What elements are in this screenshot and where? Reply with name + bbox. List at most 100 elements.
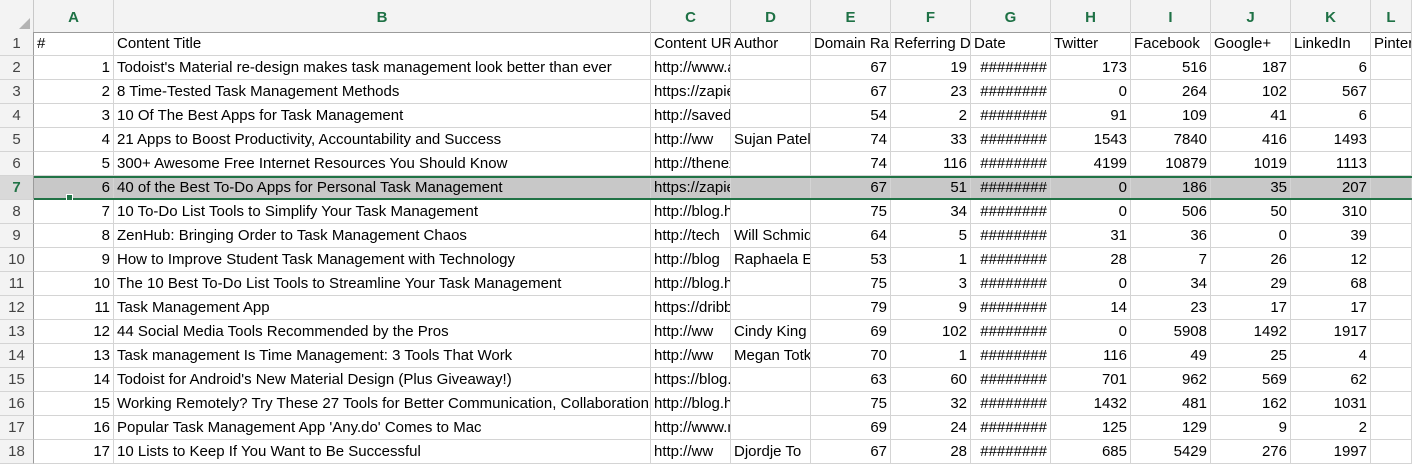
row-number-16[interactable]: 16 <box>0 392 34 416</box>
cell[interactable]: Working Remotely? Try These 27 Tools for… <box>114 392 651 416</box>
cell[interactable] <box>1371 56 1412 80</box>
cell[interactable]: 9 <box>891 296 971 320</box>
cell[interactable]: 685 <box>1051 440 1131 464</box>
cell[interactable]: 33 <box>891 128 971 152</box>
cell[interactable]: 1432 <box>1051 392 1131 416</box>
cell[interactable]: 39 <box>1291 224 1371 248</box>
cell[interactable]: 0 <box>1051 272 1131 296</box>
cell[interactable]: http://ww <box>651 344 731 368</box>
header-cell[interactable]: Facebook <box>1131 32 1211 56</box>
cell[interactable] <box>1371 344 1412 368</box>
cell[interactable] <box>1371 392 1412 416</box>
column-header-c[interactable]: C <box>651 0 731 32</box>
cell[interactable]: 10 <box>34 272 114 296</box>
cell[interactable]: 10 Of The Best Apps for Task Management <box>114 104 651 128</box>
cell[interactable]: 69 <box>811 416 891 440</box>
cell[interactable]: 17 <box>1211 296 1291 320</box>
cell[interactable]: http://ww <box>651 440 731 464</box>
cell[interactable]: 516 <box>1131 56 1211 80</box>
cell[interactable]: 49 <box>1131 344 1211 368</box>
cell[interactable]: 125 <box>1051 416 1131 440</box>
cell[interactable] <box>731 176 811 200</box>
header-cell[interactable]: Domain Rank <box>811 32 891 56</box>
cell[interactable]: https://blog.todoist.com <box>651 368 731 392</box>
cell[interactable]: 276 <box>1211 440 1291 464</box>
cell[interactable]: 1543 <box>1051 128 1131 152</box>
cell[interactable]: Task management Is Time Management: 3 To… <box>114 344 651 368</box>
cell[interactable]: 9 <box>1211 416 1291 440</box>
row-number-10[interactable]: 10 <box>0 248 34 272</box>
cell[interactable]: 1493 <box>1291 128 1371 152</box>
row-number-1[interactable]: 1 <box>0 32 34 56</box>
cell[interactable] <box>731 56 811 80</box>
cell[interactable]: 11 <box>34 296 114 320</box>
cell[interactable]: Raphaela E <box>731 248 811 272</box>
cell[interactable]: 1997 <box>1291 440 1371 464</box>
cell[interactable]: 41 <box>1211 104 1291 128</box>
cell[interactable]: 12 <box>1291 248 1371 272</box>
cell[interactable]: ######## <box>971 152 1051 176</box>
cell[interactable]: ######## <box>971 56 1051 80</box>
row-number-18[interactable]: 18 <box>0 440 34 464</box>
cell[interactable]: 40 of the Best To-Do Apps for Personal T… <box>114 176 651 200</box>
cell[interactable] <box>731 368 811 392</box>
cell[interactable]: How to Improve Student Task Management w… <box>114 248 651 272</box>
header-cell[interactable]: Twitter <box>1051 32 1131 56</box>
cell[interactable] <box>1371 272 1412 296</box>
cell[interactable]: Cindy King <box>731 320 811 344</box>
cell[interactable]: 0 <box>1051 176 1131 200</box>
cell[interactable]: 68 <box>1291 272 1371 296</box>
column-header-d[interactable]: D <box>731 0 811 32</box>
cell[interactable] <box>1371 248 1412 272</box>
cell[interactable]: 10879 <box>1131 152 1211 176</box>
cell[interactable] <box>731 392 811 416</box>
cell[interactable]: 187 <box>1211 56 1291 80</box>
cell[interactable]: 31 <box>1051 224 1131 248</box>
cell[interactable]: 75 <box>811 200 891 224</box>
cell[interactable]: 50 <box>1211 200 1291 224</box>
cell[interactable]: 2 <box>891 104 971 128</box>
cell[interactable]: 14 <box>1051 296 1131 320</box>
cell[interactable]: 1 <box>34 56 114 80</box>
cell[interactable]: 54 <box>811 104 891 128</box>
cell[interactable] <box>731 296 811 320</box>
cell[interactable]: 10 To-Do List Tools to Simplify Your Tas… <box>114 200 651 224</box>
cell[interactable]: 29 <box>1211 272 1291 296</box>
cell[interactable]: 207 <box>1291 176 1371 200</box>
cell[interactable]: 67 <box>811 56 891 80</box>
cell[interactable]: 186 <box>1131 176 1211 200</box>
column-header-k[interactable]: K <box>1291 0 1371 32</box>
cell[interactable]: 1019 <box>1211 152 1291 176</box>
cell[interactable]: http://blog.hubspot.com <box>651 272 731 296</box>
cell[interactable]: 44 Social Media Tools Recommended by the… <box>114 320 651 344</box>
cell[interactable]: 0 <box>1211 224 1291 248</box>
cell[interactable] <box>1371 128 1412 152</box>
cell[interactable]: 34 <box>891 200 971 224</box>
row-number-5[interactable]: 5 <box>0 128 34 152</box>
cell[interactable]: ######## <box>971 176 1051 200</box>
cell[interactable]: 310 <box>1291 200 1371 224</box>
cell[interactable]: ######## <box>971 224 1051 248</box>
cell[interactable]: 51 <box>891 176 971 200</box>
cell[interactable]: 67 <box>811 176 891 200</box>
cell[interactable]: 63 <box>811 368 891 392</box>
cell[interactable]: 7 <box>1131 248 1211 272</box>
cell[interactable]: 23 <box>891 80 971 104</box>
cell[interactable]: 5908 <box>1131 320 1211 344</box>
cell[interactable]: ######## <box>971 344 1051 368</box>
cell[interactable]: http://thenextweb.com <box>651 152 731 176</box>
cell[interactable]: ######## <box>971 200 1051 224</box>
cell[interactable]: 129 <box>1131 416 1211 440</box>
cell[interactable]: 567 <box>1291 80 1371 104</box>
cell[interactable]: http://blog.hubspot.com <box>651 200 731 224</box>
cell[interactable]: 69 <box>811 320 891 344</box>
header-cell[interactable]: Pinterest <box>1371 32 1412 56</box>
column-header-e[interactable]: E <box>811 0 891 32</box>
cell[interactable]: 32 <box>891 392 971 416</box>
cell[interactable]: 109 <box>1131 104 1211 128</box>
cell[interactable]: 53 <box>811 248 891 272</box>
cell[interactable]: 2 <box>34 80 114 104</box>
cell[interactable]: 4199 <box>1051 152 1131 176</box>
cell[interactable]: 116 <box>1051 344 1131 368</box>
cell[interactable]: 0 <box>1051 80 1131 104</box>
